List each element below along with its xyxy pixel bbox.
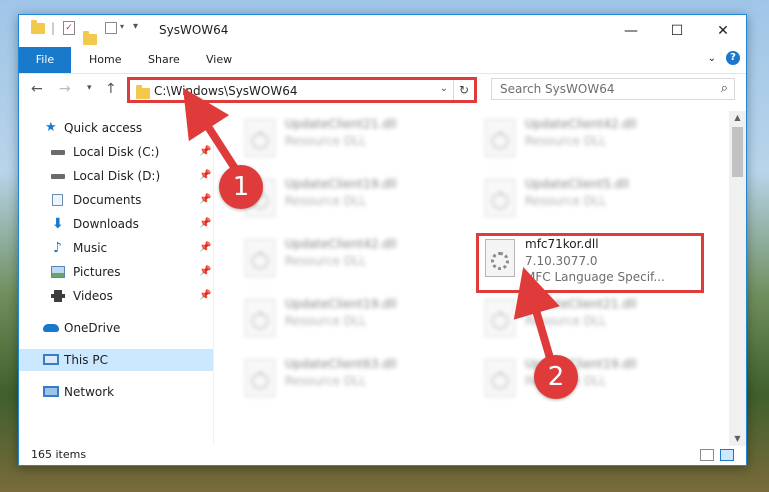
arrow-to-address-bar <box>182 87 240 173</box>
annotation-arrows <box>182 87 560 360</box>
arrow-to-file <box>513 266 560 360</box>
step-one-badge: 1 <box>219 165 263 209</box>
step-two-badge: 2 <box>534 355 578 399</box>
